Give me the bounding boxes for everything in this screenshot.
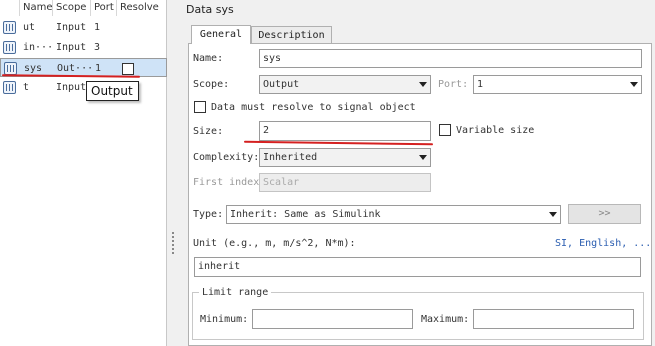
variable-size-checkbox[interactable] (439, 124, 451, 136)
size-label: Size: (193, 126, 224, 137)
complexity-value: Inherited (263, 152, 318, 163)
splitter-grip-icon[interactable] (172, 232, 174, 254)
minimum-field[interactable] (252, 309, 413, 329)
row-scope: Input (56, 42, 87, 53)
port-label: Port: (438, 79, 469, 90)
type-label: Type: (193, 209, 224, 220)
resolve-signal-checkbox[interactable] (194, 101, 206, 113)
first-index-label: First index (193, 177, 260, 188)
chevron-down-icon (549, 212, 557, 217)
unit-label: Unit (e.g., m, m/s^2, N*m): (193, 238, 356, 249)
resolve-signal-label: Data must resolve to signal object (211, 102, 416, 113)
chevron-down-icon (419, 155, 427, 160)
column-header-scope[interactable]: Scope (53, 0, 91, 16)
data-type-assistant-button[interactable]: >> (568, 204, 641, 224)
type-dropdown[interactable]: Inherit: Same as Simulink (226, 205, 561, 224)
row-port: 1 (94, 22, 101, 33)
column-header-icon (0, 0, 20, 16)
tab-general[interactable]: General (191, 25, 251, 44)
complexity-label: Complexity: (193, 152, 260, 163)
size-field[interactable]: 2 (259, 121, 431, 141)
table-row[interactable]: in··· Input 3 (0, 38, 167, 58)
chevron-down-icon (630, 82, 638, 87)
scope-label: Scope: (193, 79, 230, 90)
pane-splitter[interactable] (167, 0, 181, 346)
data-variable-icon (3, 41, 16, 54)
row-name: in··· (23, 42, 51, 53)
row-scope: Input (56, 22, 87, 33)
scope-dropdown[interactable]: Output (259, 75, 431, 94)
port-value: 1 (477, 79, 484, 90)
column-header-name[interactable]: Name (20, 0, 53, 16)
row-scope: Input (56, 82, 87, 93)
minimum-label: Minimum: (200, 314, 249, 325)
scope-value: Output (263, 79, 300, 90)
name-label: Name: (193, 53, 224, 64)
unit-field[interactable]: inherit (194, 257, 641, 277)
column-header-port[interactable]: Port (91, 0, 117, 16)
data-variable-icon (3, 21, 16, 34)
data-variable-icon (4, 62, 17, 75)
maximum-label: Maximum: (421, 314, 470, 325)
row-name: t (23, 82, 30, 93)
panel-title: Data sys (186, 3, 234, 16)
column-header-resolve[interactable]: Resolve (117, 0, 167, 16)
tab-description[interactable]: Description (251, 26, 332, 44)
table-row[interactable]: t Input (0, 78, 167, 98)
type-value: Inherit: Same as Simulink (230, 209, 381, 220)
scope-tooltip: Output (86, 81, 139, 101)
limit-range-label: Limit range (199, 287, 272, 298)
data-variable-icon (3, 81, 16, 94)
row-name: ut (23, 22, 36, 33)
port-dropdown[interactable]: 1 (473, 75, 642, 94)
variable-size-label: Variable size (456, 125, 535, 136)
row-port: 3 (94, 42, 101, 53)
unit-system-link[interactable]: SI, English, ... (555, 238, 651, 249)
resolve-checkbox[interactable] (122, 63, 134, 75)
chevron-down-icon (419, 82, 427, 87)
maximum-field[interactable] (473, 309, 634, 329)
table-row[interactable]: ut Input 1 (0, 18, 167, 38)
name-field[interactable]: sys (259, 49, 642, 68)
complexity-dropdown[interactable]: Inherited (259, 148, 431, 167)
variables-table: Name Scope Port Resolve ut Input 1 in···… (0, 0, 167, 346)
first-index-field: Scalar (259, 173, 431, 192)
